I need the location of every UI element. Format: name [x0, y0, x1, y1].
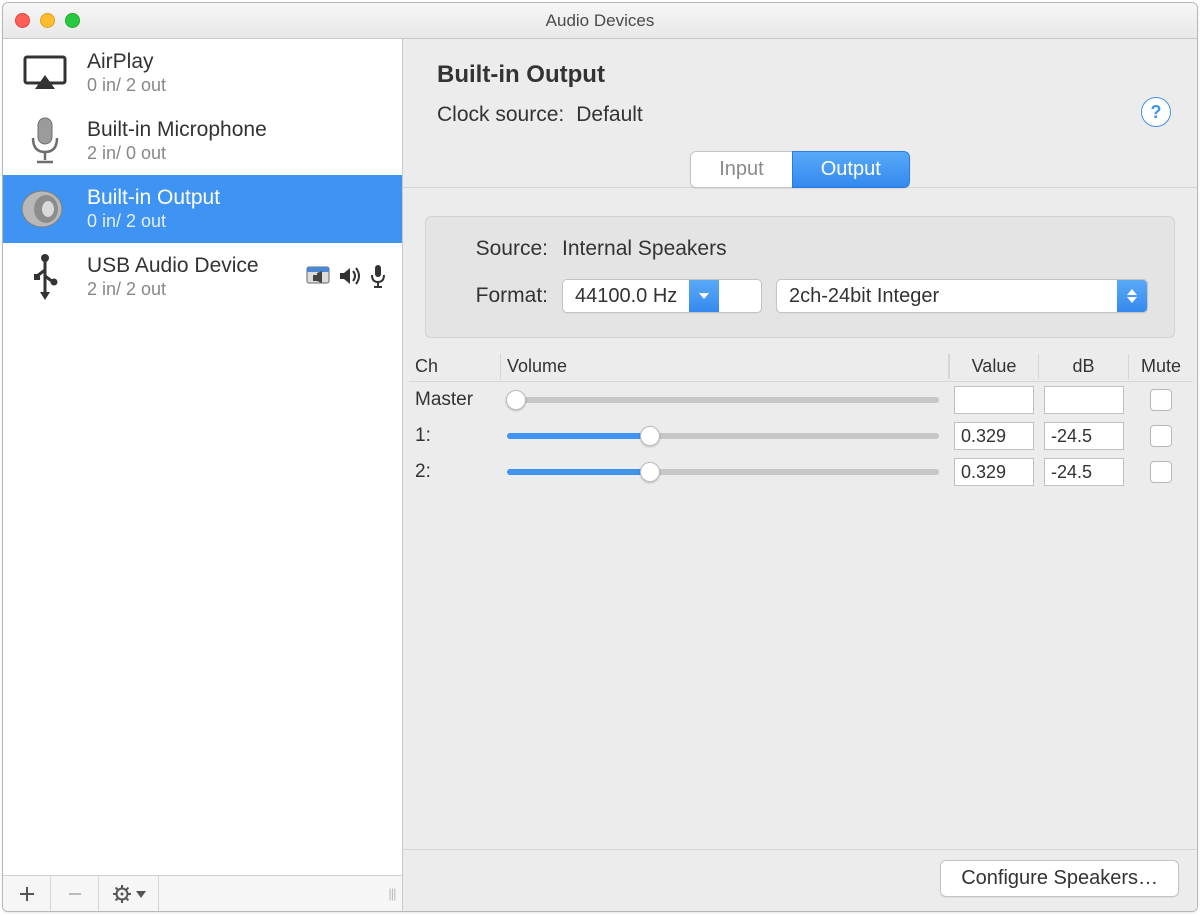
clock-source-label: Clock source:: [437, 103, 564, 127]
tab-output[interactable]: Output: [792, 151, 910, 188]
device-name: Built-in Output: [87, 185, 392, 210]
mute-checkbox-ch1[interactable]: [1150, 425, 1172, 447]
channel-row-1: 1:: [409, 418, 1193, 454]
device-detail-panel: Built-in Output Clock source: Default ? …: [403, 39, 1197, 911]
chevron-down-icon: [136, 882, 146, 905]
db-input-ch2[interactable]: [1044, 458, 1124, 486]
bit-depth-select[interactable]: 2ch-24bit Integer: [776, 279, 1148, 313]
channel-label: Master: [409, 389, 501, 411]
sound-input-icon: [370, 264, 386, 291]
minimize-button[interactable]: [40, 13, 55, 28]
detail-footer: Configure Speakers…: [403, 849, 1197, 911]
tab-input[interactable]: Input: [690, 151, 791, 188]
audio-devices-window: Audio Devices AirPlay 0 in/ 2 out: [2, 2, 1198, 912]
device-sidebar: AirPlay 0 in/ 2 out Built-i: [3, 39, 403, 911]
format-label: Format:: [452, 284, 548, 308]
channel-label: 2:: [409, 461, 501, 483]
channel-row-2: 2:: [409, 454, 1193, 490]
add-device-button[interactable]: [3, 876, 51, 911]
device-name: Built-in Microphone: [87, 117, 392, 142]
device-item-builtin-output[interactable]: Built-in Output 0 in/ 2 out: [3, 175, 402, 243]
configure-speakers-button[interactable]: Configure Speakers…: [940, 860, 1179, 897]
source-label: Source:: [452, 237, 548, 261]
device-channels: 0 in/ 2 out: [87, 210, 392, 233]
chevron-down-icon: [689, 280, 719, 312]
value-input-ch1[interactable]: [954, 422, 1034, 450]
zoom-button[interactable]: [65, 13, 80, 28]
detail-device-title: Built-in Output: [437, 61, 1163, 89]
column-value[interactable]: Value: [949, 354, 1039, 379]
actions-menu-button[interactable]: [99, 876, 159, 911]
output-config-panel: Source: Internal Speakers Format: 44100.…: [425, 216, 1175, 338]
help-button[interactable]: ?: [1141, 97, 1171, 127]
window-title: Audio Devices: [546, 11, 655, 31]
volume-slider-master[interactable]: [507, 397, 939, 403]
stepper-arrows-icon: [1117, 280, 1147, 312]
volume-slider-ch2[interactable]: [507, 469, 939, 475]
resize-grip-icon[interactable]: |||: [382, 876, 402, 911]
volume-slider-ch1[interactable]: [507, 433, 939, 439]
sample-rate-select[interactable]: 44100.0 Hz: [562, 279, 762, 313]
sound-output-icon: [338, 266, 362, 289]
io-segmented-control: Input Output: [690, 151, 910, 188]
value-input-ch2[interactable]: [954, 458, 1034, 486]
detail-header: Built-in Output Clock source: Default ?: [403, 39, 1197, 143]
column-volume[interactable]: Volume: [501, 354, 949, 379]
db-input-ch1[interactable]: [1044, 422, 1124, 450]
remove-device-button[interactable]: [51, 876, 99, 911]
channel-label: 1:: [409, 425, 501, 447]
device-badges: [306, 264, 392, 291]
device-list: AirPlay 0 in/ 2 out Built-i: [3, 39, 402, 875]
source-value: Internal Speakers: [562, 237, 727, 261]
column-ch[interactable]: Ch: [409, 354, 501, 379]
device-channels: 0 in/ 2 out: [87, 74, 392, 97]
device-name: AirPlay: [87, 49, 392, 74]
mute-checkbox-master[interactable]: [1150, 389, 1172, 411]
speaker-icon: [17, 181, 73, 237]
sample-rate-value: 44100.0 Hz: [563, 285, 689, 308]
channel-row-master: Master: [409, 382, 1193, 418]
clock-source-value: Default: [576, 103, 643, 127]
device-item-builtin-mic[interactable]: Built-in Microphone 2 in/ 0 out: [3, 107, 402, 175]
mute-checkbox-ch2[interactable]: [1150, 461, 1172, 483]
device-channels: 2 in/ 0 out: [87, 142, 392, 165]
usb-icon: [17, 249, 73, 305]
value-input-master[interactable]: [954, 386, 1034, 414]
traffic-lights: [15, 13, 80, 28]
device-item-airplay[interactable]: AirPlay 0 in/ 2 out: [3, 39, 402, 107]
column-db[interactable]: dB: [1039, 354, 1129, 379]
column-mute[interactable]: Mute: [1129, 354, 1193, 379]
channel-table-header: Ch Volume Value dB Mute: [409, 352, 1193, 382]
system-output-icon: [306, 265, 330, 290]
titlebar[interactable]: Audio Devices: [3, 3, 1197, 39]
device-item-usb-audio[interactable]: USB Audio Device 2 in/ 2 out: [3, 243, 402, 311]
close-button[interactable]: [15, 13, 30, 28]
sidebar-footer: |||: [3, 875, 402, 911]
airplay-icon: [17, 45, 73, 101]
device-name: USB Audio Device: [87, 253, 292, 278]
db-input-master[interactable]: [1044, 386, 1124, 414]
device-channels: 2 in/ 2 out: [87, 278, 292, 301]
microphone-icon: [17, 113, 73, 169]
bit-depth-value: 2ch-24bit Integer: [777, 285, 1117, 308]
channel-table: Ch Volume Value dB Mute Master: [409, 352, 1193, 490]
